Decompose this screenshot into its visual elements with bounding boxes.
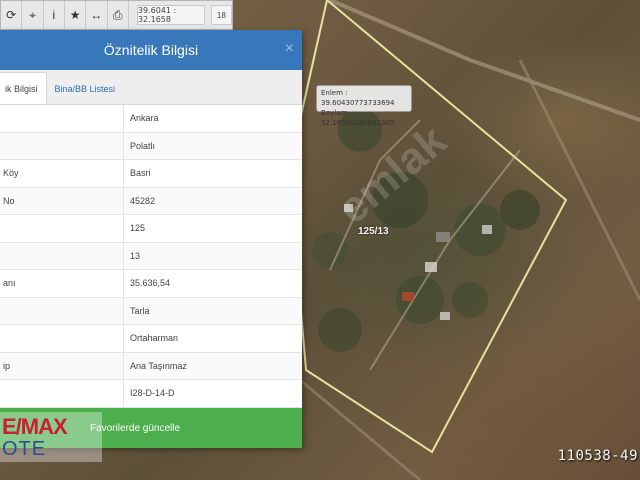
row-key: No (0, 187, 124, 214)
row-value: Polatlı (130, 140, 156, 151)
row-key (0, 105, 124, 132)
table-row: anı 35.636,54 (0, 270, 302, 298)
locate-icon[interactable]: ⌖ (22, 1, 44, 29)
coordinate-tooltip: Enlem : 39.60430773733694 Boylam 32.1655… (316, 85, 412, 127)
row-key (0, 380, 124, 407)
map-toolbar: ⟳ ⌖ i ★ ↔ ⎙ 39.6041 : 32.1658 18 (0, 0, 233, 30)
panel-header: Öznitelik Bilgisi × (0, 30, 302, 70)
row-value: 35.636,54 (130, 278, 171, 289)
row-value: Ana Taşınmaz (130, 360, 187, 371)
row-value: 125 (130, 223, 146, 234)
row-value: Tarla (130, 305, 150, 316)
parcel-label: 125/13 (358, 226, 389, 237)
table-row: 13 (0, 242, 302, 270)
row-value: 45282 (130, 195, 156, 206)
panel-tabs: ik Bilgisi Bina/BB Listesi (0, 70, 302, 105)
tab-building-list[interactable]: Bina/BB Listesi (47, 74, 124, 104)
info-icon[interactable]: i (44, 1, 65, 29)
table-row: Ankara (0, 105, 302, 133)
row-key: anı (0, 270, 124, 297)
row-value: Basri (130, 168, 151, 179)
table-row: Polatlı (0, 132, 302, 160)
remax-logo: E/MAX OTE (0, 412, 102, 462)
table-row: ip Ana Taşınmaz (0, 352, 302, 380)
row-key (0, 215, 124, 242)
refresh-icon[interactable]: ⟳ (1, 1, 23, 29)
row-key (0, 132, 124, 159)
table-row: Tarla (0, 297, 302, 325)
table-row: Ortaharman (0, 325, 302, 353)
measure-icon[interactable]: ↔ (86, 1, 108, 29)
print-icon[interactable]: ⎙ (108, 1, 129, 29)
longitude-text: Boylam 32.16550280851305 (321, 109, 395, 127)
tab-attribute-info[interactable]: ik Bilgisi (0, 72, 47, 104)
table-row: I28-D-14-D (0, 380, 302, 408)
table-row: 125 (0, 215, 302, 243)
row-key: ip (0, 352, 124, 379)
row-value: Ankara (130, 113, 159, 124)
zoom-level: 18 (210, 5, 232, 25)
table-row: No 45282 (0, 187, 302, 215)
row-value: Ortaharman (130, 333, 179, 344)
row-key (0, 297, 124, 324)
row-value: 13 (130, 250, 141, 261)
row-key (0, 242, 124, 269)
favorite-star-icon[interactable]: ★ (65, 1, 87, 29)
coordinate-display: 39.6041 : 32.1658 (136, 5, 205, 25)
attribute-panel: Öznitelik Bilgisi × ik Bilgisi Bina/BB L… (0, 30, 302, 448)
latitude-text: Enlem : 39.60430773733694 (321, 89, 395, 107)
table-row: Köy Basri (0, 160, 302, 188)
logo-sub-text: OTE (2, 438, 47, 460)
row-value: I28-D-14-D (130, 388, 175, 399)
row-key (0, 325, 124, 352)
close-icon[interactable]: × (285, 40, 294, 58)
panel-title: Öznitelik Bilgisi (103, 42, 199, 58)
listing-id: 110538-49 (557, 448, 638, 464)
row-key: Köy (0, 160, 124, 187)
attribute-table: Ankara Polatlı Köy Basri No 45282 125 13 a… (0, 105, 302, 408)
logo-main-text: E/MAX (2, 414, 68, 439)
